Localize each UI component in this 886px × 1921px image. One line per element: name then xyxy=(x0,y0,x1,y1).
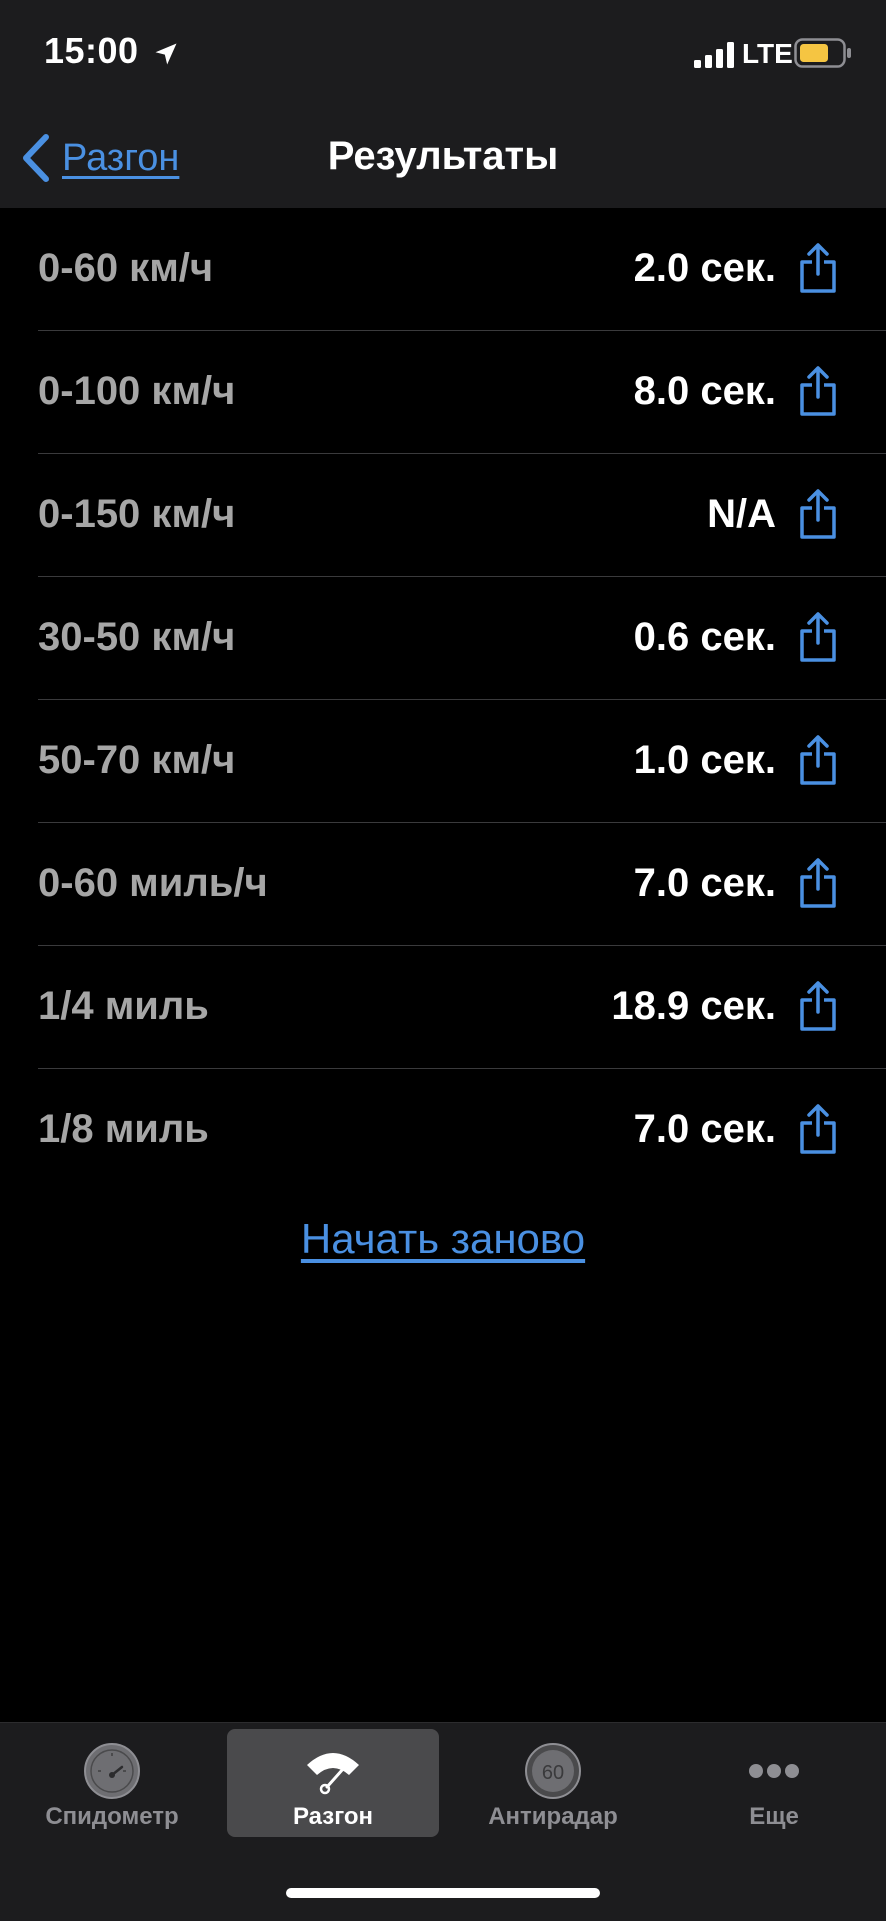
result-value: 2.0 сек. xyxy=(633,246,776,290)
share-icon[interactable] xyxy=(798,1103,838,1155)
tab-acceleration[interactable]: Разгон xyxy=(227,1729,439,1837)
restart-button[interactable]: Начать заново xyxy=(301,1215,585,1262)
result-value: 1.0 сек. xyxy=(633,738,776,782)
status-time: 15:00 xyxy=(44,30,139,71)
result-label: 50-70 км/ч xyxy=(38,738,236,782)
result-row: 0-100 км/ч 8.0 сек. xyxy=(38,331,886,454)
result-value: N/A xyxy=(707,492,776,536)
tab-antiradar[interactable]: 60 Антирадар xyxy=(447,1729,659,1837)
back-button[interactable]: Разгон xyxy=(20,128,179,188)
chevron-left-icon xyxy=(23,134,49,182)
result-label: 1/4 миль xyxy=(38,984,209,1028)
speed-limit-icon: 60 xyxy=(525,1743,581,1799)
result-row: 1/8 миль 7.0 сек. xyxy=(38,1069,886,1191)
result-label: 0-100 км/ч xyxy=(38,369,236,413)
tab-speedometer[interactable]: Спидометр xyxy=(6,1729,218,1837)
tab-label: Антирадар xyxy=(488,1803,618,1830)
share-icon[interactable] xyxy=(798,980,838,1032)
result-value: 18.9 сек. xyxy=(611,984,776,1028)
share-icon[interactable] xyxy=(798,365,838,417)
tab-label: Еще xyxy=(749,1803,799,1830)
back-label: Разгон xyxy=(62,136,180,179)
result-label: 0-150 км/ч xyxy=(38,492,236,536)
home-indicator[interactable] xyxy=(286,1888,600,1898)
share-icon[interactable] xyxy=(798,242,838,294)
result-row: 50-70 км/ч 1.0 сек. xyxy=(38,700,886,823)
speed-limit-text: 60 xyxy=(542,1762,564,1784)
restart-container: Начать заново xyxy=(0,1215,886,1263)
navigation-bar: Разгон Результаты xyxy=(0,108,886,208)
share-icon[interactable] xyxy=(798,488,838,540)
result-value: 8.0 сек. xyxy=(633,369,776,413)
result-value: 0.6 сек. xyxy=(633,615,776,659)
cellular-signal-icon xyxy=(694,42,734,68)
result-label: 30-50 км/ч xyxy=(38,615,236,659)
speedometer-icon xyxy=(84,1743,140,1799)
acceleration-icon xyxy=(307,1753,359,1795)
result-label: 1/8 миль xyxy=(38,1107,209,1151)
share-icon[interactable] xyxy=(798,734,838,786)
tab-label: Спидометр xyxy=(45,1803,179,1830)
result-value: 7.0 сек. xyxy=(633,1107,776,1151)
status-bar: 15:00 LTE xyxy=(0,0,886,108)
result-label: 0-60 миль/ч xyxy=(38,861,268,905)
result-row: 1/4 миль 18.9 сек. xyxy=(38,946,886,1069)
result-value: 7.0 сек. xyxy=(633,861,776,905)
result-row: 0-60 км/ч 2.0 сек. xyxy=(38,208,886,331)
top-bar: 15:00 LTE Разгон Результаты xyxy=(0,0,886,208)
battery-icon xyxy=(794,38,851,68)
network-type: LTE xyxy=(742,38,793,69)
tab-more[interactable]: Еще xyxy=(668,1729,880,1837)
more-icon xyxy=(749,1764,799,1778)
results-list: 0-60 км/ч 2.0 сек. 0-100 км/ч 8.0 сек. 0… xyxy=(0,208,886,1191)
result-row: 0-60 миль/ч 7.0 сек. xyxy=(38,823,886,946)
result-row: 30-50 км/ч 0.6 сек. xyxy=(38,577,886,700)
location-arrow-icon xyxy=(155,43,177,65)
result-row: 0-150 км/ч N/A xyxy=(38,454,886,577)
share-icon[interactable] xyxy=(798,611,838,663)
result-label: 0-60 км/ч xyxy=(38,246,214,290)
tab-label: Разгон xyxy=(292,1803,374,1830)
share-icon[interactable] xyxy=(798,857,838,909)
